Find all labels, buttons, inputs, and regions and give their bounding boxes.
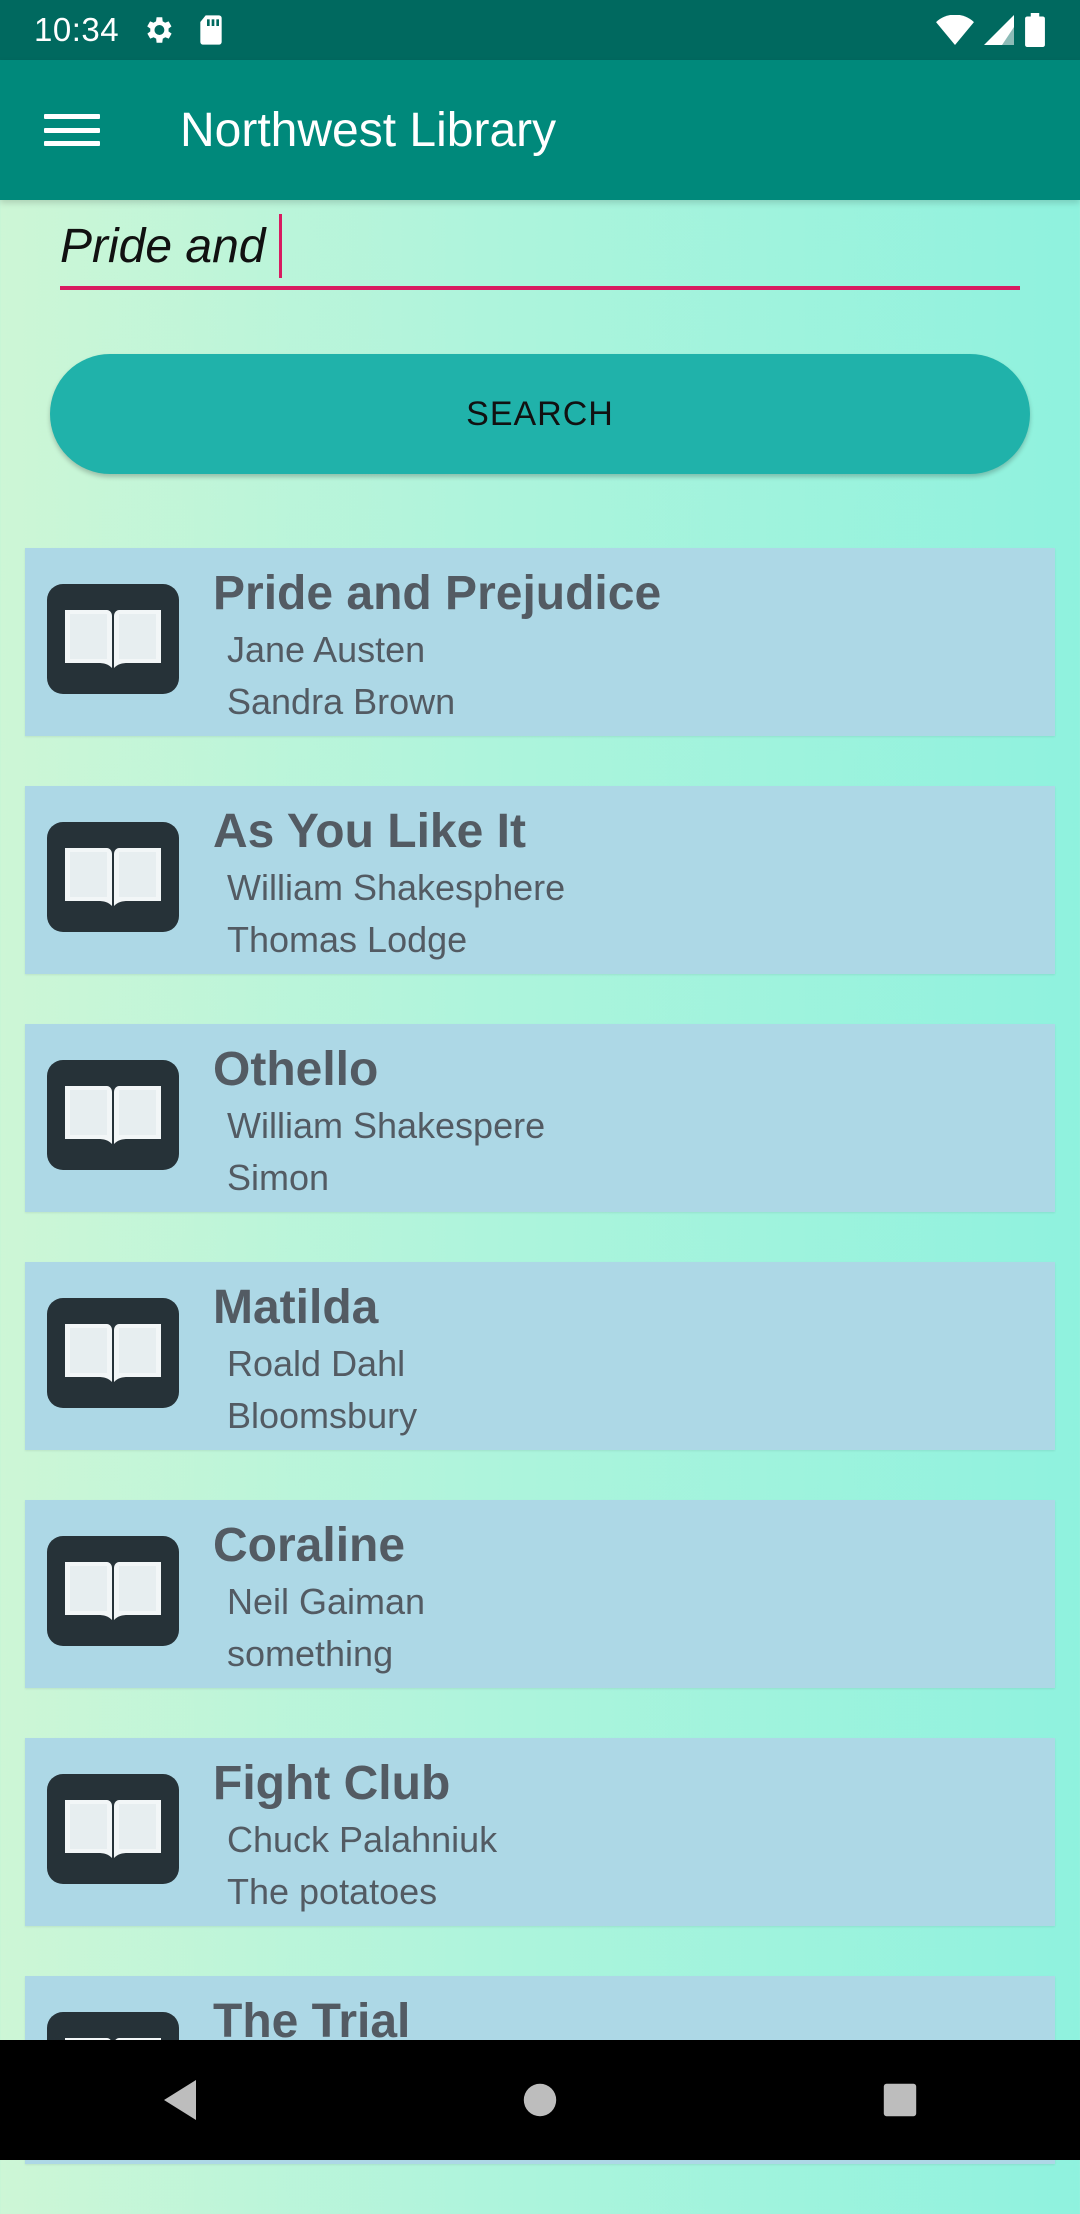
book-title: Matilda xyxy=(213,1281,379,1334)
book-list: Pride and Prejudice Jane Austen Sandra B… xyxy=(25,548,1055,2214)
open-book-icon xyxy=(47,1060,179,1170)
book-publisher: Simon xyxy=(227,1157,330,1198)
status-left: 10:34 xyxy=(34,11,225,49)
app-bar: Northwest Library xyxy=(0,60,1080,200)
book-title: Othello xyxy=(213,1043,379,1096)
book-list-item[interactable]: Othello William Shakespere Simon xyxy=(25,1024,1055,1212)
book-author: William Shakespere xyxy=(227,1105,546,1146)
book-title: Fight Club xyxy=(213,1757,451,1810)
open-book-icon xyxy=(47,1536,179,1646)
recents-icon[interactable] xyxy=(860,2060,940,2140)
status-bar: 10:34 xyxy=(0,0,1080,60)
hamburger-menu-icon[interactable] xyxy=(44,110,100,150)
status-right xyxy=(926,13,1046,47)
battery-icon xyxy=(1024,13,1046,47)
search-input-value[interactable]: Pride and xyxy=(60,219,265,274)
book-publisher: The potatoes xyxy=(227,1871,438,1912)
book-author: Neil Gaiman xyxy=(227,1581,426,1622)
back-icon[interactable] xyxy=(140,2060,220,2140)
wifi-icon xyxy=(936,15,974,45)
home-icon[interactable] xyxy=(500,2060,580,2140)
open-book-icon xyxy=(47,822,179,932)
search-button[interactable]: SEARCH xyxy=(50,354,1030,474)
book-list-item[interactable]: Fight Club Chuck Palahniuk The potatoes xyxy=(25,1738,1055,1926)
text-caret xyxy=(279,214,283,278)
book-author: William Shakesphere xyxy=(227,867,566,908)
system-nav-bar xyxy=(0,2040,1080,2160)
signal-icon xyxy=(984,15,1014,45)
book-title: As You Like It xyxy=(213,805,526,858)
book-author: Roald Dahl xyxy=(227,1343,406,1384)
book-author: Chuck Palahniuk xyxy=(227,1819,498,1860)
sd-card-icon xyxy=(197,14,225,46)
book-list-item[interactable]: Matilda Roald Dahl Bloomsbury xyxy=(25,1262,1055,1450)
book-title: Coraline xyxy=(213,1519,406,1572)
search-input[interactable]: Pride and xyxy=(60,206,1020,290)
book-publisher: Bloomsbury xyxy=(227,1395,418,1436)
book-list-item[interactable]: As You Like It William Shakesphere Thoma… xyxy=(25,786,1055,974)
open-book-icon xyxy=(47,1774,179,1884)
open-book-icon xyxy=(47,1298,179,1408)
book-publisher: Thomas Lodge xyxy=(227,919,468,960)
book-publisher: something xyxy=(227,1633,394,1674)
gear-icon xyxy=(141,13,175,47)
status-time: 10:34 xyxy=(34,11,120,48)
book-publisher: Sandra Brown xyxy=(227,681,456,722)
book-list-item[interactable]: Pride and Prejudice Jane Austen Sandra B… xyxy=(25,548,1055,736)
open-book-icon xyxy=(47,584,179,694)
book-title: Pride and Prejudice xyxy=(213,567,662,620)
app-title: Northwest Library xyxy=(180,103,557,157)
book-list-item[interactable]: Coraline Neil Gaiman something xyxy=(25,1500,1055,1688)
book-author: Jane Austen xyxy=(227,629,426,670)
